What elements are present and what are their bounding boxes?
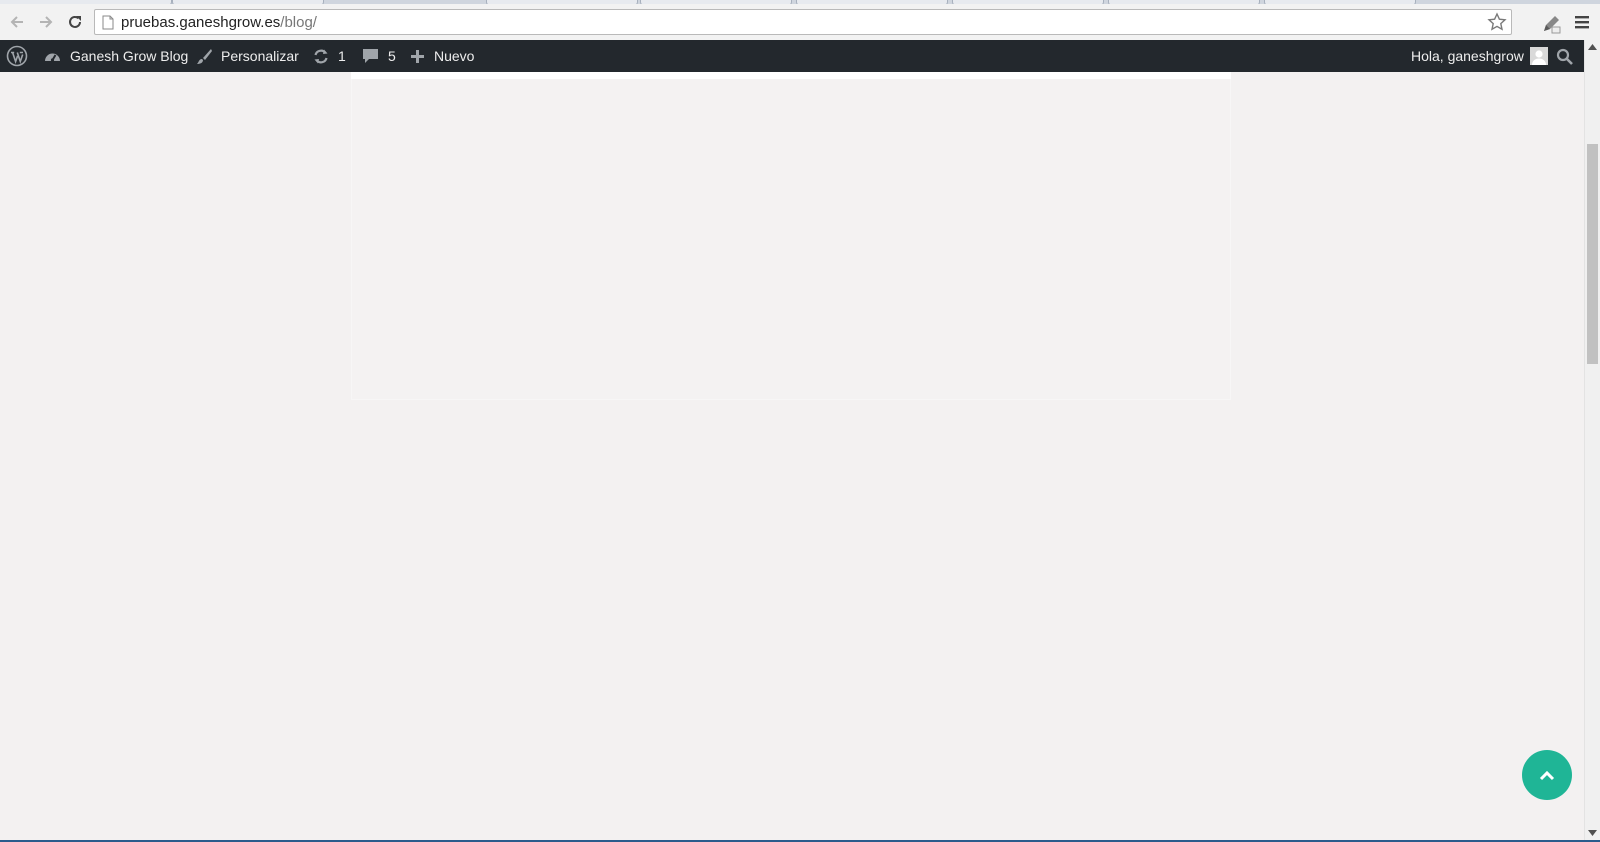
customize-label: Personalizar bbox=[221, 48, 299, 64]
url-host: pruebas.ganeshgrow.es bbox=[121, 14, 281, 31]
new-content-menu[interactable]: Nuevo bbox=[410, 40, 474, 72]
admin-search-button[interactable] bbox=[1556, 40, 1573, 72]
url-path: /blog/ bbox=[280, 14, 317, 31]
content-top-border bbox=[351, 72, 1231, 79]
pen-icon bbox=[1544, 16, 1561, 34]
back-button[interactable] bbox=[6, 11, 28, 33]
comments-menu[interactable]: 5 bbox=[362, 40, 396, 72]
browser-toolbar: pruebas.ganeshgrow.es/blog/ bbox=[0, 4, 1600, 41]
wp-logo-menu[interactable] bbox=[6, 40, 28, 72]
address-bar[interactable]: pruebas.ganeshgrow.es/blog/ bbox=[94, 9, 1512, 35]
extension-button[interactable] bbox=[1540, 13, 1562, 40]
brush-icon bbox=[197, 48, 212, 64]
plus-icon bbox=[411, 49, 424, 63]
content-area bbox=[351, 72, 1231, 400]
new-label: Nuevo bbox=[434, 48, 475, 64]
arrow-left-icon bbox=[10, 16, 23, 28]
updates-menu[interactable]: 1 bbox=[312, 40, 346, 72]
customize-menu[interactable]: Personalizar bbox=[196, 40, 299, 72]
comment-icon bbox=[363, 49, 378, 63]
scroll-down-arrow-icon[interactable] bbox=[1588, 830, 1597, 836]
arrow-right-icon bbox=[40, 16, 53, 28]
comments-count: 5 bbox=[388, 48, 396, 64]
chevron-up-icon bbox=[1539, 770, 1555, 781]
star-icon[interactable] bbox=[1487, 12, 1507, 32]
reload-button[interactable] bbox=[64, 11, 86, 33]
forward-button[interactable] bbox=[35, 11, 57, 33]
my-account-menu[interactable]: Hola, ganeshgrow bbox=[1411, 40, 1548, 72]
chrome-menu-button[interactable] bbox=[1575, 15, 1591, 34]
site-name-menu[interactable]: Ganesh Grow Blog bbox=[43, 40, 188, 72]
wp-admin-bar: Ganesh Grow Blog Personalizar 1 5 Nuevo … bbox=[0, 40, 1584, 72]
hamburger-icon bbox=[1575, 16, 1589, 29]
address-url[interactable]: pruebas.ganeshgrow.es/blog/ bbox=[121, 14, 317, 31]
scrollbar-thumb[interactable] bbox=[1587, 144, 1598, 364]
avatar-icon bbox=[1529, 47, 1548, 65]
scroll-up-arrow-icon[interactable] bbox=[1588, 44, 1597, 50]
site-name: Ganesh Grow Blog bbox=[70, 48, 189, 64]
updates-count: 1 bbox=[338, 48, 346, 64]
refresh-icon bbox=[314, 49, 328, 63]
back-to-top-button[interactable] bbox=[1522, 750, 1572, 800]
vertical-scrollbar[interactable] bbox=[1584, 40, 1600, 842]
search-icon bbox=[1556, 48, 1573, 65]
reload-icon bbox=[69, 15, 81, 28]
wordpress-logo-icon bbox=[6, 45, 28, 67]
dashboard-icon bbox=[45, 53, 60, 62]
greeting: Hola, ganeshgrow bbox=[1411, 48, 1524, 64]
page-icon bbox=[102, 15, 114, 30]
